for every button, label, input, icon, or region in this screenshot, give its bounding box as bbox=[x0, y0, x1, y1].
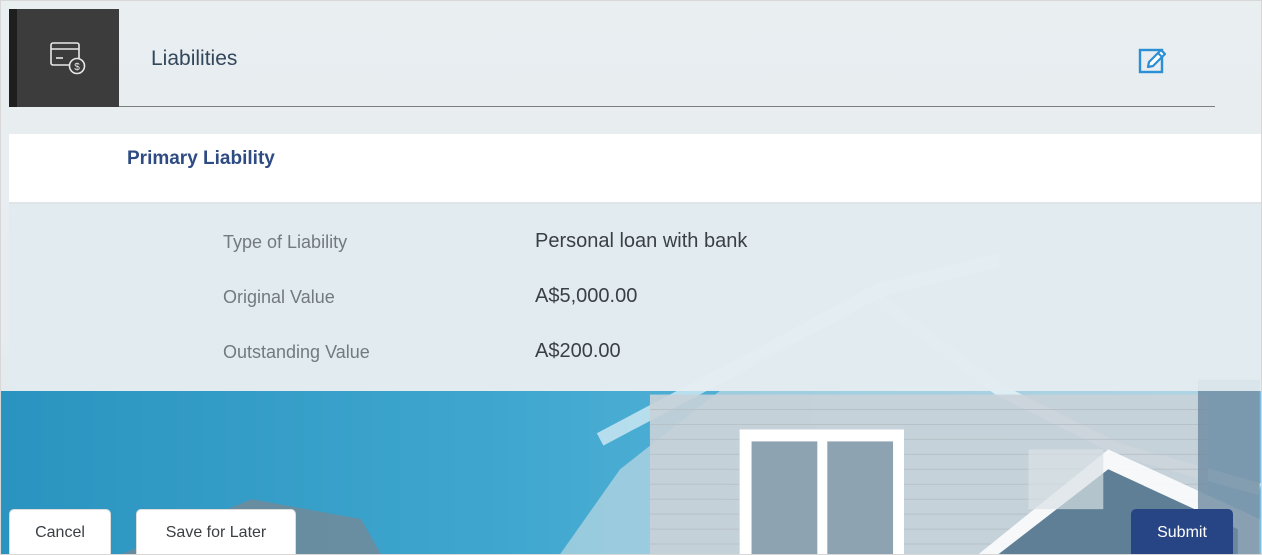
detail-value: A$200.00 bbox=[535, 340, 621, 362]
detail-row-outstanding: Outstanding Value A$200.00 bbox=[9, 340, 1261, 372]
page-title: Liabilities bbox=[151, 47, 238, 70]
liability-details: Type of Liability Personal loan with ban… bbox=[9, 204, 1261, 391]
detail-row-original: Original Value A$5,000.00 bbox=[9, 285, 1261, 317]
detail-value: Personal loan with bank bbox=[535, 230, 748, 252]
card-dollar-icon: $ bbox=[50, 42, 86, 75]
app-frame: $ Liabilities Primary Liability Type of … bbox=[0, 0, 1262, 555]
header-divider bbox=[119, 106, 1215, 107]
edit-button[interactable] bbox=[1137, 45, 1169, 77]
section-header: Primary Liability bbox=[9, 134, 1261, 204]
section-title: Primary Liability bbox=[127, 148, 275, 169]
svg-text:$: $ bbox=[74, 62, 80, 73]
submit-button[interactable]: Submit bbox=[1131, 509, 1233, 554]
detail-label: Original Value bbox=[223, 287, 335, 307]
detail-label: Outstanding Value bbox=[223, 342, 370, 362]
detail-value: A$5,000.00 bbox=[535, 285, 638, 307]
cancel-button[interactable]: Cancel bbox=[9, 509, 111, 554]
header-icon-box: $ bbox=[9, 9, 119, 107]
page-header: $ Liabilities bbox=[9, 9, 1261, 107]
detail-row-type: Type of Liability Personal loan with ban… bbox=[9, 230, 1261, 262]
edit-icon bbox=[1138, 48, 1167, 74]
save-for-later-button[interactable]: Save for Later bbox=[136, 509, 296, 554]
detail-label: Type of Liability bbox=[223, 232, 348, 252]
